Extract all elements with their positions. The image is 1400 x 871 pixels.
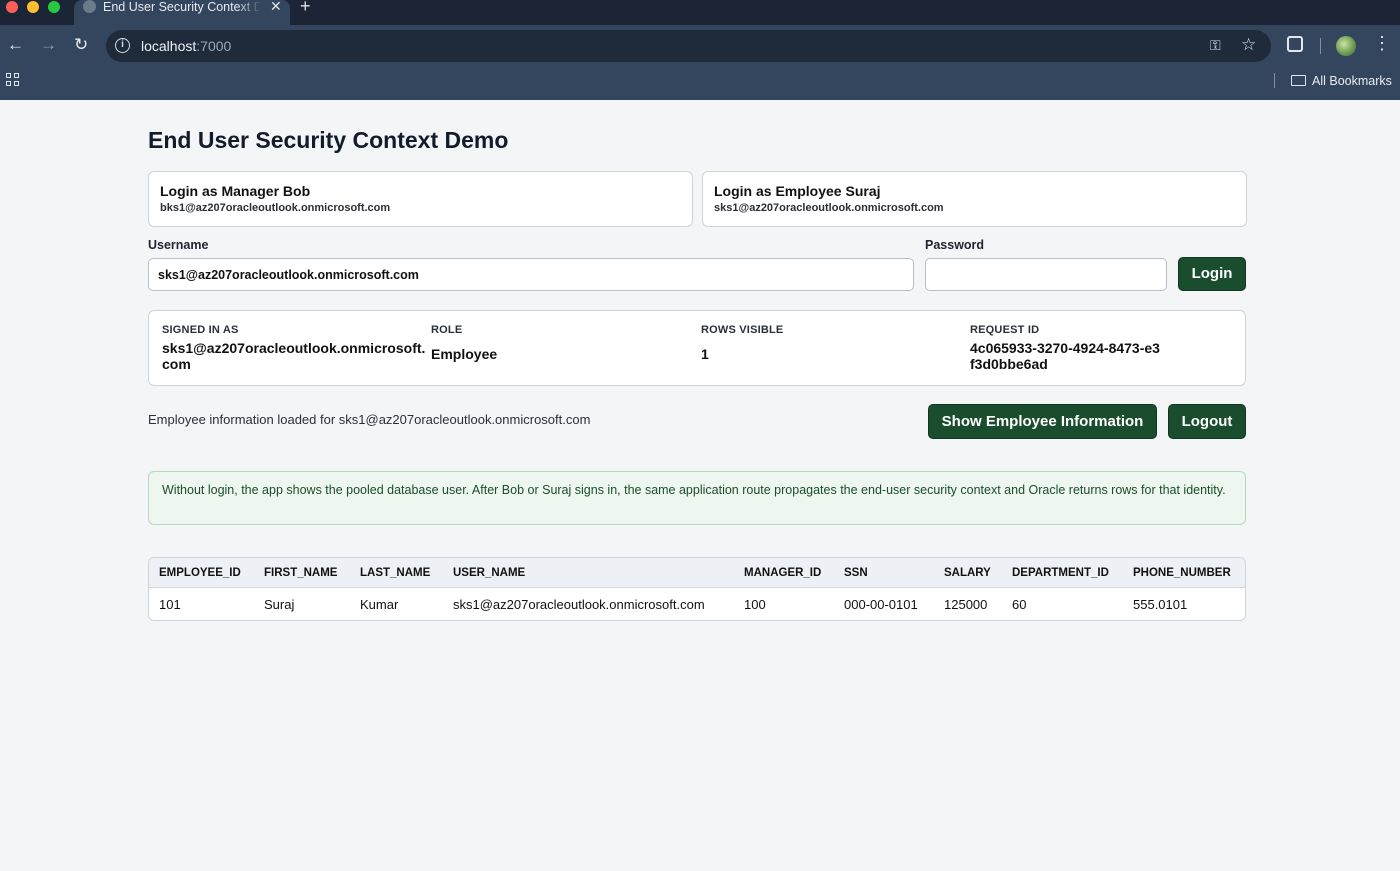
username-label: Username	[148, 238, 209, 252]
username-input[interactable]	[148, 258, 914, 291]
table-cell: 125000	[944, 596, 988, 612]
globe-icon	[83, 0, 96, 13]
address-bar[interactable]: i localhost:7000 ⚿ ☆	[106, 30, 1271, 62]
table-row: 101 Suraj Kumar sks1@az207oracleoutlook.…	[149, 588, 1245, 620]
column-header: LAST_NAME	[350, 558, 443, 588]
stat-label: ROWS VISIBLE	[701, 324, 784, 336]
forward-arrow-icon[interactable]: →	[40, 35, 57, 55]
quick-login-email: bks1@az207oracleoutlook.onmicrosoft.com	[160, 202, 391, 214]
column-header: EMPLOYEE_ID	[149, 558, 254, 588]
session-status-panel: SIGNED IN AS sks1@az207oracleoutlook.onm…	[148, 310, 1246, 386]
browser-toolbar: ← → ↻ i localhost:7000 ⚿ ☆ ⋮	[0, 25, 1400, 100]
page-title: End User Security Context Demo	[148, 127, 509, 153]
site-info-icon[interactable]: i	[115, 38, 130, 53]
extensions-puzzle-icon[interactable]	[1287, 36, 1303, 52]
url-text: localhost:7000	[141, 38, 231, 54]
all-bookmarks-link[interactable]: All Bookmarks	[1312, 74, 1392, 88]
show-employee-info-button[interactable]: Show Employee Information	[928, 404, 1157, 439]
info-note: Without login, the app shows the pooled …	[148, 471, 1246, 525]
stat-label: ROLE	[431, 324, 463, 336]
tab-title: End User Security Context Demo	[103, 0, 261, 14]
rows-visible-stat: ROWS VISIBLE 1	[701, 324, 966, 362]
request-id-value: 4c065933-3270-4924-8473-e3f3d0bbe6ad	[970, 340, 1160, 372]
zoom-window-button[interactable]	[48, 1, 60, 13]
new-tab-icon[interactable]: +	[300, 0, 311, 15]
back-arrow-icon[interactable]: ←	[7, 35, 24, 55]
column-header: DEPARTMENT_ID	[1002, 558, 1123, 588]
column-header: PHONE_NUMBER	[1123, 558, 1245, 588]
table-cell: Suraj	[264, 596, 295, 612]
browser-tab[interactable]: End User Security Context Demo ✕	[74, 0, 290, 25]
profile-avatar[interactable]	[1336, 36, 1356, 56]
request-id-stat: REQUEST ID 4c065933-3270-4924-8473-e3f3d…	[970, 324, 1160, 372]
browser-tab-strip: End User Security Context Demo ✕ +	[0, 0, 1400, 25]
logout-button[interactable]: Logout	[1168, 404, 1246, 439]
close-tab-icon[interactable]: ✕	[270, 0, 282, 13]
bookmarks-divider	[1274, 73, 1275, 88]
url-port: :7000	[196, 38, 232, 54]
stat-label: SIGNED IN AS	[162, 324, 239, 336]
url-host: localhost	[141, 38, 197, 54]
signed-in-value: sks1@az207oracleoutlook.onmicrosoft.com	[162, 340, 426, 372]
login-as-suraj-button[interactable]: Login as Employee Suraj sks1@az207oracle…	[702, 171, 1247, 227]
role-stat: ROLE Employee	[431, 324, 696, 362]
table-cell: 100	[744, 596, 766, 612]
more-menu-icon[interactable]: ⋮	[1373, 34, 1391, 52]
login-button[interactable]: Login	[1178, 257, 1246, 291]
employee-table: EMPLOYEE_ID FIRST_NAME LAST_NAME USER_NA…	[148, 557, 1246, 621]
column-header: FIRST_NAME	[254, 558, 350, 588]
bookmark-star-icon[interactable]: ☆	[1241, 35, 1256, 55]
quick-login-title: Login as Manager Bob	[160, 183, 311, 199]
close-window-button[interactable]	[6, 1, 18, 13]
page-body: End User Security Context Demo Login as …	[0, 100, 1400, 871]
table-cell: sks1@az207oracleoutlook.onmicrosoft.com	[453, 596, 705, 612]
folder-icon	[1291, 75, 1306, 86]
table-header-row: EMPLOYEE_ID FIRST_NAME LAST_NAME USER_NA…	[149, 558, 1245, 588]
table-cell: 000-00-0101	[844, 596, 918, 612]
quick-login-title: Login as Employee Suraj	[714, 183, 881, 199]
quick-login-email: sks1@az207oracleoutlook.onmicrosoft.com	[714, 202, 944, 214]
password-label: Password	[925, 238, 985, 252]
rows-visible-value: 1	[701, 346, 709, 362]
table-cell: 555.0101	[1133, 596, 1188, 612]
password-key-icon[interactable]: ⚿	[1210, 37, 1221, 54]
minimize-window-button[interactable]	[27, 1, 39, 13]
column-header: SALARY	[934, 558, 1002, 588]
status-message: Employee information loaded for sks1@az2…	[148, 412, 591, 427]
table-cell: 60	[1012, 596, 1027, 612]
apps-grid-icon[interactable]	[6, 73, 19, 86]
password-input[interactable]	[925, 258, 1167, 291]
role-value: Employee	[431, 346, 498, 362]
column-header: USER_NAME	[443, 558, 734, 588]
stat-label: REQUEST ID	[970, 324, 1040, 336]
table-cell: 101	[159, 596, 181, 612]
reload-icon[interactable]: ↻	[74, 35, 88, 55]
toolbar-divider	[1320, 38, 1321, 54]
column-header: MANAGER_ID	[734, 558, 834, 588]
table-cell: Kumar	[360, 596, 399, 612]
column-header: SSN	[834, 558, 934, 588]
signed-in-stat: SIGNED IN AS sks1@az207oracleoutlook.onm…	[162, 324, 427, 372]
login-as-bob-button[interactable]: Login as Manager Bob bks1@az207oracleout…	[148, 171, 693, 227]
